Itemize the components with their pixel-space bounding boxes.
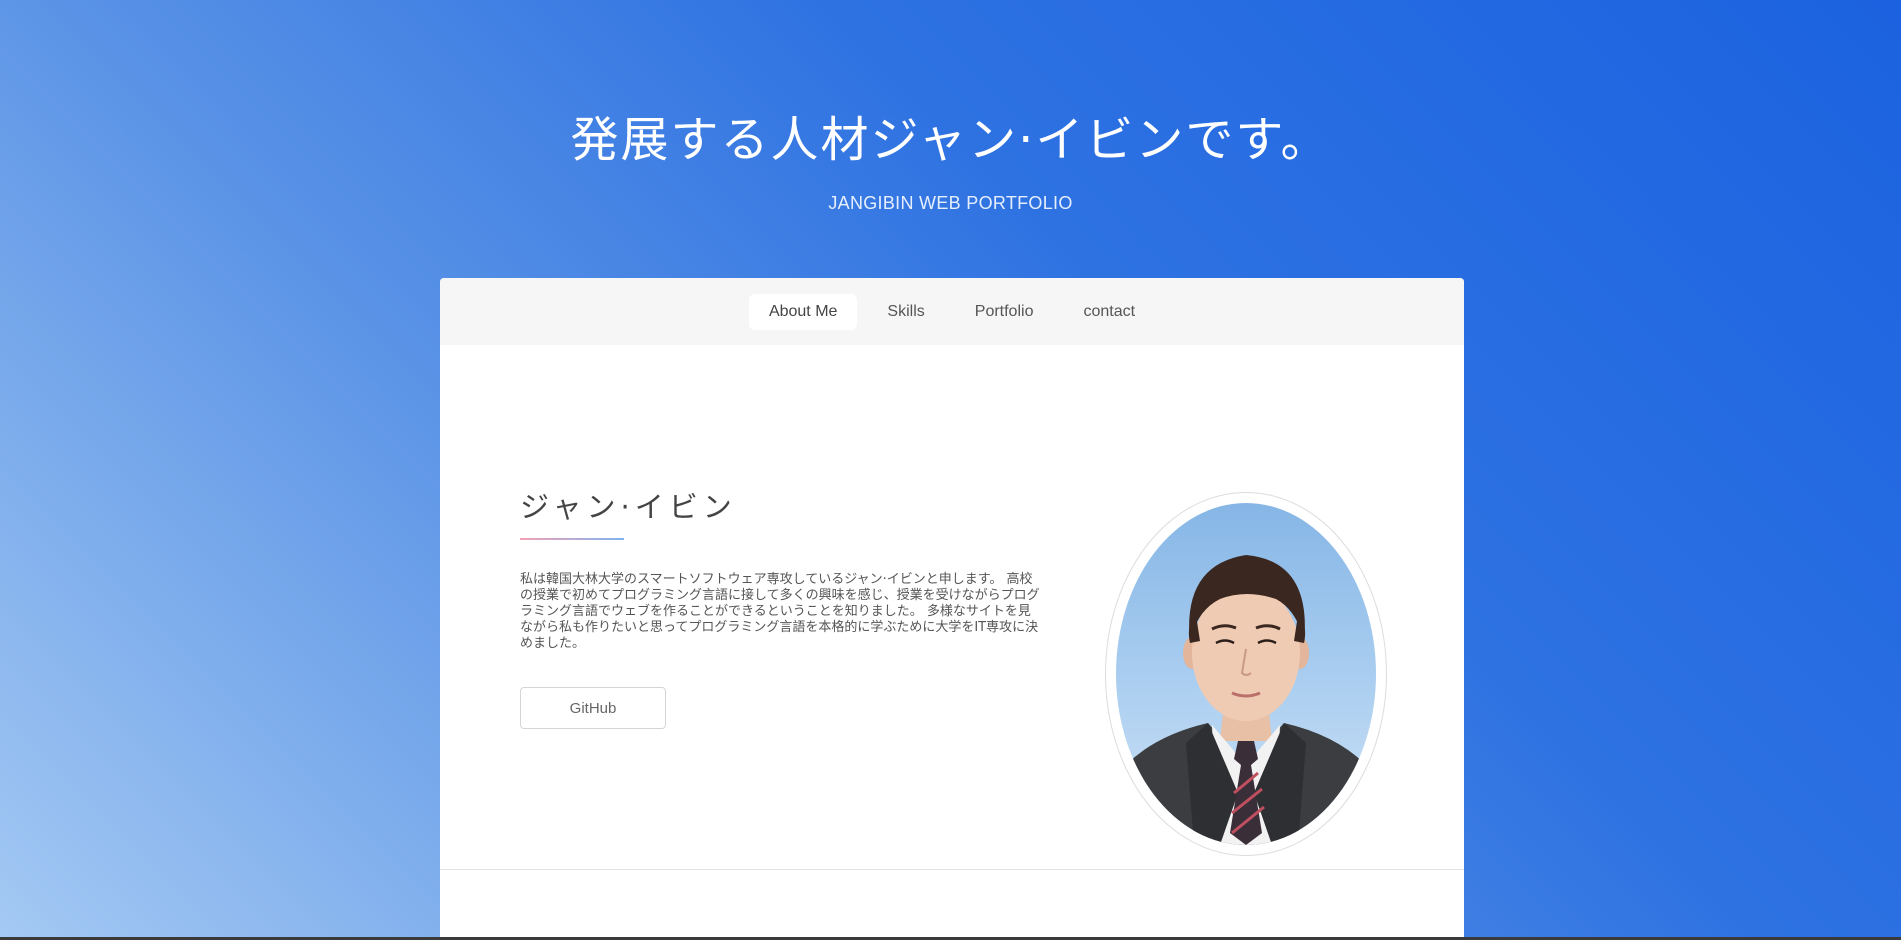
tab-portfolio[interactable]: Portfolio [955,294,1054,330]
tab-contact[interactable]: contact [1063,294,1155,330]
tab-skills[interactable]: Skills [867,294,944,330]
hero-subtitle: JANGIBIN WEB PORTFOLIO [828,193,1073,213]
profile-photo-frame [1105,492,1387,856]
github-button[interactable]: GitHub [520,687,666,729]
portrait-illustration [1116,555,1376,845]
hero-title: 発展する人材ジャン·イビンです。 [570,112,1331,168]
tab-about-me[interactable]: About Me [748,293,858,330]
about-section: ジャン·イビン 私は韓国大林大学のスマートソフトウェア専攻しているジャン·イビン… [440,345,1464,870]
profile-bio: 私は韓国大林大学のスマートソフトウェア専攻しているジャン·イビンと申します。 高… [520,572,1040,651]
profile-photo [1116,503,1376,845]
name-underline [520,538,624,540]
content-card: About Me Skills Portfolio contact ジャン·イビ… [440,278,1464,940]
profile-name: ジャン·イビン [520,490,737,524]
tab-bar: About Me Skills Portfolio contact [440,278,1464,345]
